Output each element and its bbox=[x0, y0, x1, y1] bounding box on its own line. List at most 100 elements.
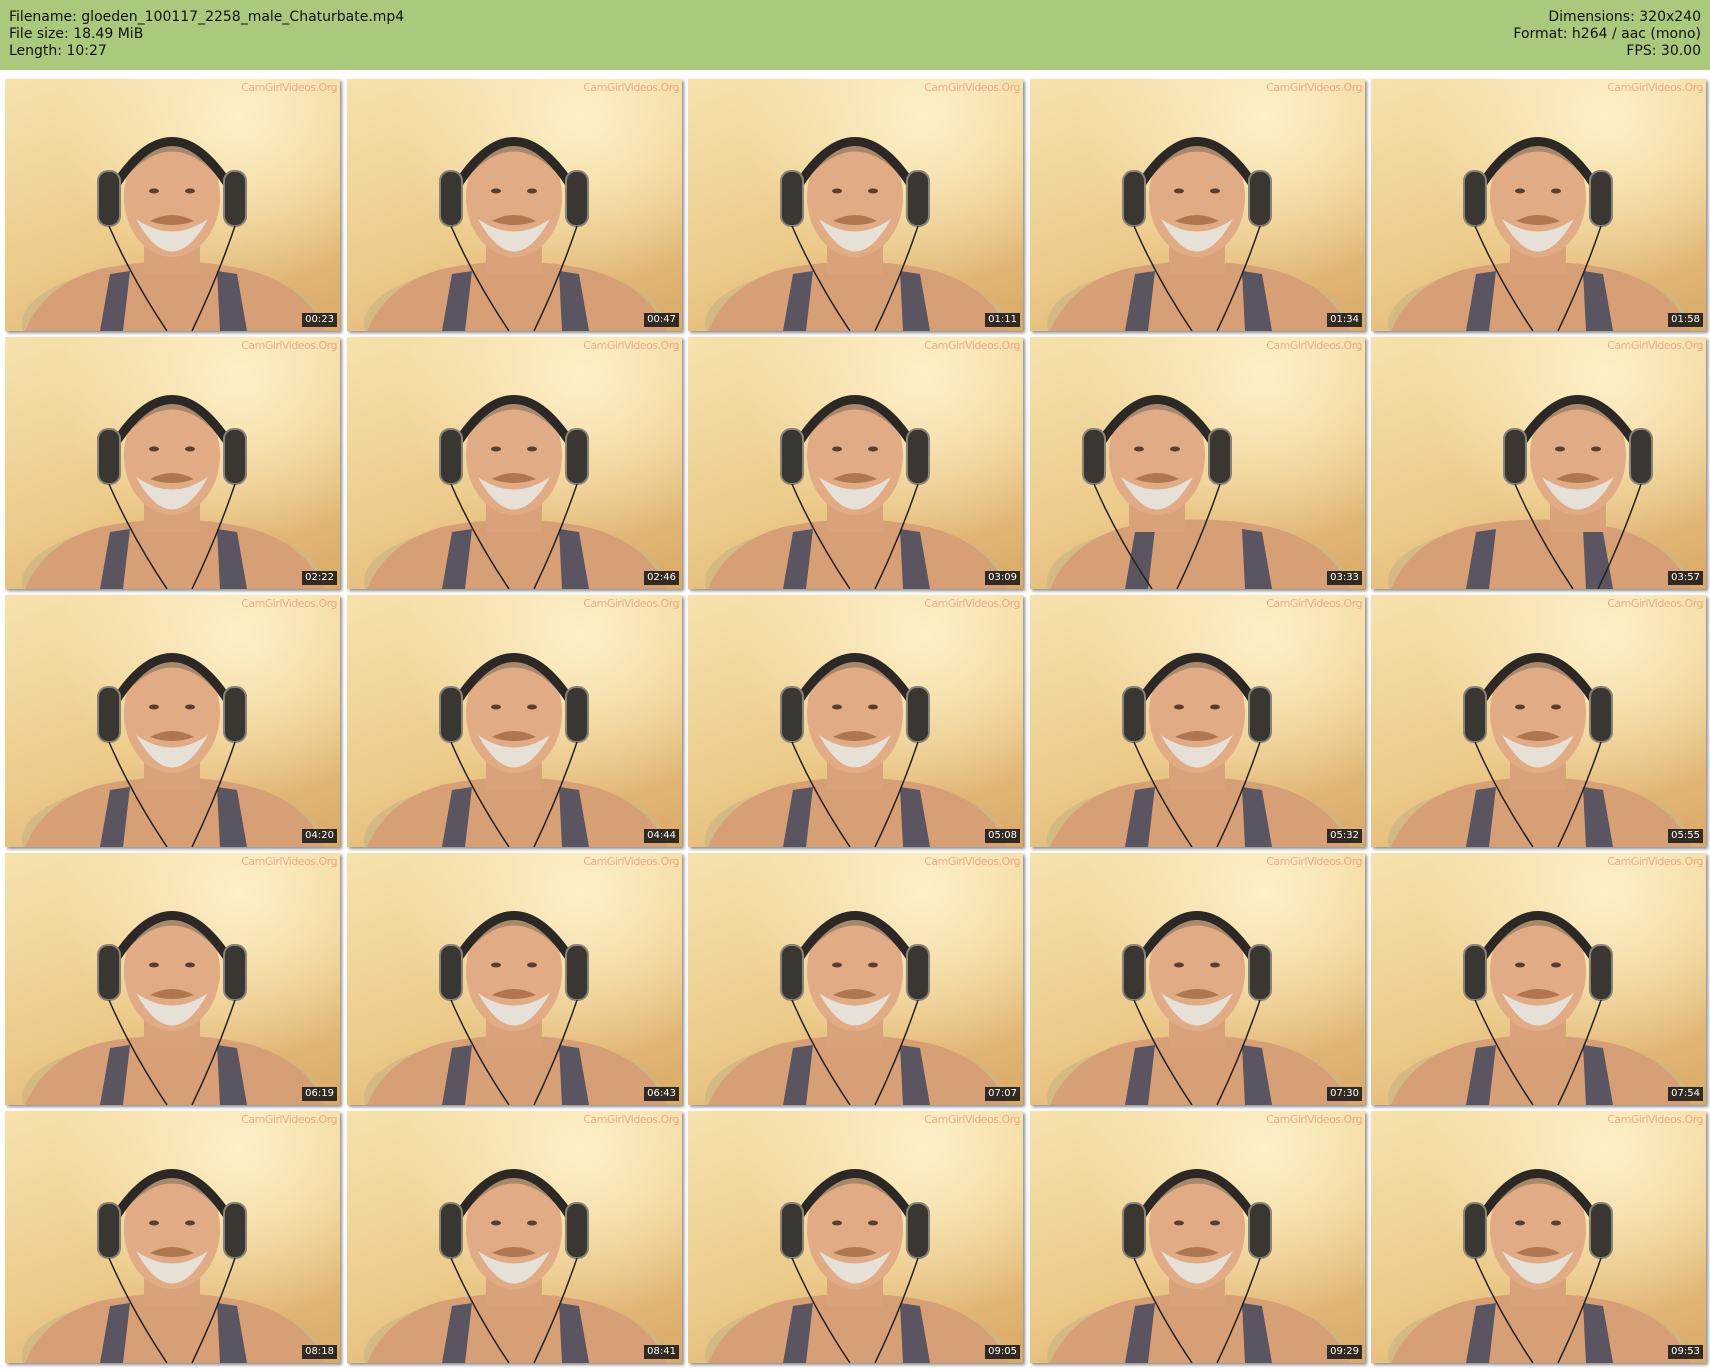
video-thumbnail[interactable]: CamGirlVideos.Org 00:47 bbox=[347, 79, 682, 331]
timestamp-label: 09:53 bbox=[1668, 1345, 1703, 1359]
person-figure bbox=[364, 911, 667, 1105]
video-thumbnail[interactable]: CamGirlVideos.Org 01:58 bbox=[1371, 79, 1706, 331]
timestamp-label: 09:29 bbox=[1327, 1345, 1362, 1359]
person-figure bbox=[1388, 395, 1691, 589]
timestamp-label: 03:33 bbox=[1327, 571, 1362, 585]
person-figure bbox=[705, 911, 1008, 1105]
person-figure bbox=[705, 1169, 1008, 1363]
person-figure bbox=[1047, 911, 1350, 1105]
watermark-text: CamGirlVideos.Org bbox=[241, 81, 337, 94]
person-figure bbox=[22, 653, 325, 847]
video-thumbnail[interactable]: CamGirlVideos.Org 05:32 bbox=[1030, 595, 1365, 847]
watermark-text: CamGirlVideos.Org bbox=[1607, 855, 1703, 868]
person-figure bbox=[1047, 1169, 1350, 1363]
watermark-text: CamGirlVideos.Org bbox=[1607, 339, 1703, 352]
timestamp-label: 02:22 bbox=[302, 571, 337, 585]
watermark-text: CamGirlVideos.Org bbox=[241, 597, 337, 610]
watermark-text: CamGirlVideos.Org bbox=[924, 1113, 1020, 1126]
person-figure bbox=[705, 395, 1008, 589]
video-thumbnail[interactable]: CamGirlVideos.Org 01:34 bbox=[1030, 79, 1365, 331]
video-thumbnail[interactable]: CamGirlVideos.Org 08:41 bbox=[347, 1111, 682, 1363]
person-figure bbox=[705, 653, 1008, 847]
video-thumbnail[interactable]: CamGirlVideos.Org 06:43 bbox=[347, 853, 682, 1105]
watermark-text: CamGirlVideos.Org bbox=[1266, 597, 1362, 610]
video-thumbnail[interactable]: CamGirlVideos.Org 03:33 bbox=[1030, 337, 1365, 589]
watermark-text: CamGirlVideos.Org bbox=[1607, 1113, 1703, 1126]
watermark-text: CamGirlVideos.Org bbox=[241, 339, 337, 352]
timestamp-label: 00:47 bbox=[644, 313, 679, 327]
video-thumbnail[interactable]: CamGirlVideos.Org 07:30 bbox=[1030, 853, 1365, 1105]
video-thumbnail[interactable]: CamGirlVideos.Org 09:53 bbox=[1371, 1111, 1706, 1363]
format-text: Format: h264 / aac (mono) bbox=[1513, 26, 1701, 42]
timestamp-label: 02:46 bbox=[644, 571, 679, 585]
watermark-text: CamGirlVideos.Org bbox=[1266, 1113, 1362, 1126]
video-thumbnail[interactable]: CamGirlVideos.Org 03:57 bbox=[1371, 337, 1706, 589]
watermark-text: CamGirlVideos.Org bbox=[924, 81, 1020, 94]
timestamp-label: 07:07 bbox=[985, 1087, 1020, 1101]
video-thumbnail[interactable]: CamGirlVideos.Org 02:46 bbox=[347, 337, 682, 589]
person-figure bbox=[22, 395, 325, 589]
timestamp-label: 01:58 bbox=[1668, 313, 1703, 327]
timestamp-label: 05:55 bbox=[1668, 829, 1703, 843]
person-figure bbox=[364, 137, 667, 331]
timestamp-label: 05:08 bbox=[985, 829, 1020, 843]
timestamp-label: 01:11 bbox=[985, 313, 1020, 327]
fps-text: FPS: 30.00 bbox=[1626, 43, 1701, 59]
person-figure bbox=[1047, 653, 1350, 847]
timestamp-label: 05:32 bbox=[1327, 829, 1362, 843]
watermark-text: CamGirlVideos.Org bbox=[583, 1113, 679, 1126]
video-thumbnail[interactable]: CamGirlVideos.Org 04:20 bbox=[5, 595, 340, 847]
person-figure bbox=[705, 137, 1008, 331]
watermark-text: CamGirlVideos.Org bbox=[924, 339, 1020, 352]
thumbnail-grid: CamGirlVideos.Org 00:23 CamGirlVideos.Org 0… bbox=[5, 79, 1706, 1365]
video-thumbnail[interactable]: CamGirlVideos.Org 09:05 bbox=[688, 1111, 1023, 1363]
person-figure bbox=[364, 653, 667, 847]
watermark-text: CamGirlVideos.Org bbox=[1266, 81, 1362, 94]
watermark-text: CamGirlVideos.Org bbox=[1607, 81, 1703, 94]
person-figure bbox=[1047, 395, 1350, 589]
timestamp-label: 04:44 bbox=[644, 829, 679, 843]
watermark-text: CamGirlVideos.Org bbox=[583, 81, 679, 94]
watermark-text: CamGirlVideos.Org bbox=[241, 1113, 337, 1126]
timestamp-label: 07:30 bbox=[1327, 1087, 1362, 1101]
watermark-text: CamGirlVideos.Org bbox=[1266, 855, 1362, 868]
person-figure bbox=[1047, 137, 1350, 331]
video-thumbnail[interactable]: CamGirlVideos.Org 01:11 bbox=[688, 79, 1023, 331]
video-thumbnail[interactable]: CamGirlVideos.Org 09:29 bbox=[1030, 1111, 1365, 1363]
person-figure bbox=[364, 1169, 667, 1363]
watermark-text: CamGirlVideos.Org bbox=[583, 339, 679, 352]
timestamp-label: 06:43 bbox=[644, 1087, 679, 1101]
video-thumbnail[interactable]: CamGirlVideos.Org 05:08 bbox=[688, 595, 1023, 847]
length-text: Length: 10:27 bbox=[9, 43, 107, 59]
dimensions-text: Dimensions: 320x240 bbox=[1548, 9, 1701, 25]
watermark-text: CamGirlVideos.Org bbox=[583, 855, 679, 868]
video-thumbnail[interactable]: CamGirlVideos.Org 05:55 bbox=[1371, 595, 1706, 847]
person-figure bbox=[22, 137, 325, 331]
timestamp-label: 09:05 bbox=[985, 1345, 1020, 1359]
timestamp-label: 08:41 bbox=[644, 1345, 679, 1359]
timestamp-label: 01:34 bbox=[1327, 313, 1362, 327]
person-figure bbox=[22, 911, 325, 1105]
video-thumbnail[interactable]: CamGirlVideos.Org 00:23 bbox=[5, 79, 340, 331]
person-figure bbox=[1388, 137, 1691, 331]
file-info: Filename: gloeden_100117_2258_male_Chatu… bbox=[9, 9, 404, 60]
video-thumbnail[interactable]: CamGirlVideos.Org 08:18 bbox=[5, 1111, 340, 1363]
timestamp-label: 07:54 bbox=[1668, 1087, 1703, 1101]
watermark-text: CamGirlVideos.Org bbox=[1607, 597, 1703, 610]
stream-info: Dimensions: 320x240 Format: h264 / aac (… bbox=[1513, 9, 1701, 60]
person-figure bbox=[1388, 653, 1691, 847]
timestamp-label: 04:20 bbox=[302, 829, 337, 843]
video-thumbnail[interactable]: CamGirlVideos.Org 06:19 bbox=[5, 853, 340, 1105]
timestamp-label: 08:18 bbox=[302, 1345, 337, 1359]
timestamp-label: 00:23 bbox=[302, 313, 337, 327]
video-thumbnail[interactable]: CamGirlVideos.Org 07:07 bbox=[688, 853, 1023, 1105]
timestamp-label: 03:57 bbox=[1668, 571, 1703, 585]
person-figure bbox=[1388, 1169, 1691, 1363]
video-thumbnail[interactable]: CamGirlVideos.Org 04:44 bbox=[347, 595, 682, 847]
watermark-text: CamGirlVideos.Org bbox=[583, 597, 679, 610]
video-thumbnail[interactable]: CamGirlVideos.Org 07:54 bbox=[1371, 853, 1706, 1105]
video-thumbnail[interactable]: CamGirlVideos.Org 03:09 bbox=[688, 337, 1023, 589]
video-thumbnail[interactable]: CamGirlVideos.Org 02:22 bbox=[5, 337, 340, 589]
person-figure bbox=[1388, 911, 1691, 1105]
watermark-text: CamGirlVideos.Org bbox=[241, 855, 337, 868]
